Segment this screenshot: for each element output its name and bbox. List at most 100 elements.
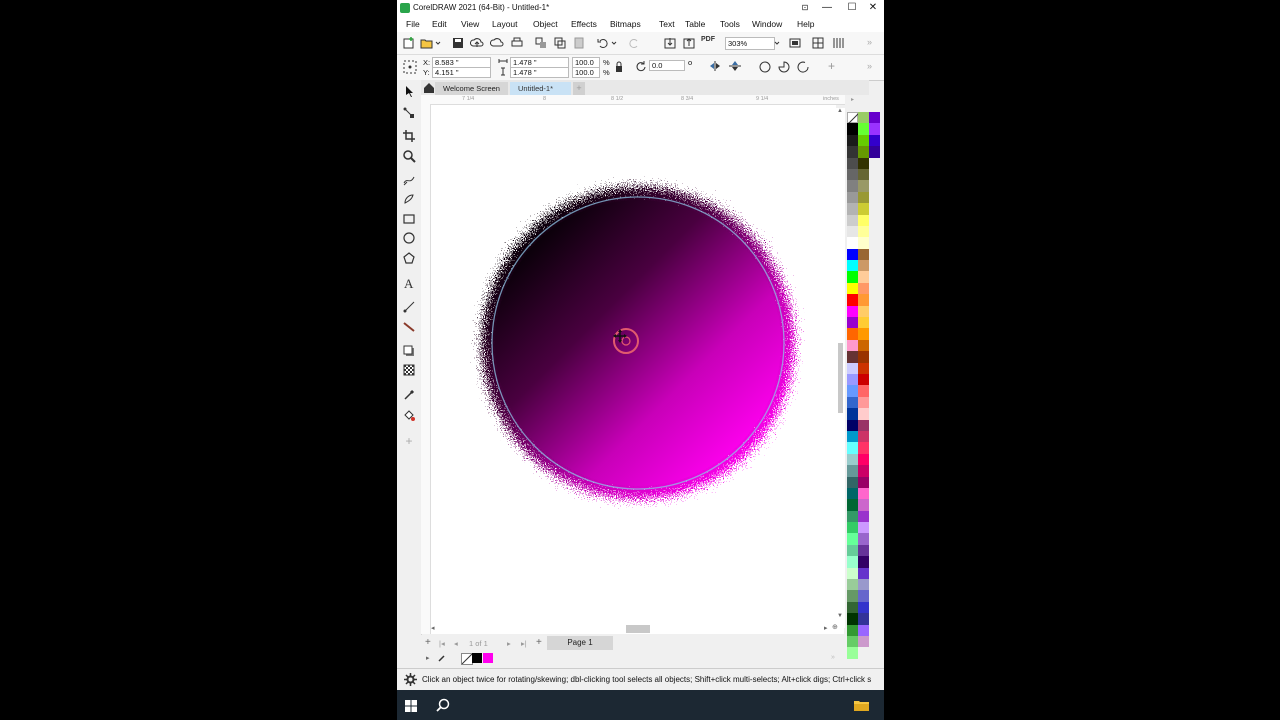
add-page-before-icon[interactable]: +	[425, 637, 431, 648]
palette-swatch[interactable]	[858, 328, 869, 340]
arc-mode-icon[interactable]	[796, 60, 810, 74]
copy-icon[interactable]	[553, 36, 567, 50]
palette-swatch[interactable]	[858, 112, 869, 124]
palette-swatch[interactable]	[858, 533, 869, 545]
search-icon[interactable]	[436, 698, 451, 713]
undo-icon[interactable]	[596, 36, 610, 50]
height-field[interactable]: 1.478 "	[510, 67, 569, 78]
palette-swatch[interactable]	[847, 123, 858, 135]
palette-swatch[interactable]	[858, 248, 869, 261]
palette-swatch[interactable]	[847, 203, 858, 215]
palette-swatch[interactable]	[847, 248, 858, 261]
palette-swatch[interactable]	[858, 180, 869, 192]
eyedropper-tool-icon[interactable]	[402, 388, 416, 402]
palette-swatch[interactable]	[858, 567, 869, 580]
horizontal-scroll-thumb[interactable]	[626, 625, 650, 633]
page-1-tab[interactable]: Page 1	[547, 636, 613, 650]
palette-swatch[interactable]	[858, 373, 869, 386]
palette-swatch[interactable]	[858, 544, 869, 557]
palette-scroll-icon[interactable]: »	[831, 654, 835, 661]
palette-swatch[interactable]	[847, 362, 858, 374]
palette-swatch[interactable]	[847, 510, 858, 523]
palette-swatch[interactable]	[847, 624, 858, 636]
crop-tool-icon[interactable]	[402, 129, 416, 143]
property-overflow-icon[interactable]: »	[867, 61, 881, 75]
palette-expand-icon[interactable]: ▸	[426, 654, 430, 662]
vertical-scrollbar[interactable]: ▲ ▼	[836, 108, 845, 628]
y-position-field[interactable]: 4.151 "	[432, 67, 491, 78]
palette-swatch[interactable]	[847, 214, 858, 226]
vertical-scroll-thumb[interactable]	[838, 343, 843, 413]
palette-swatch[interactable]	[858, 385, 869, 397]
full-screen-icon[interactable]	[788, 36, 802, 50]
previous-page-icon[interactable]: ◂	[454, 639, 458, 648]
palette-swatch[interactable]	[847, 260, 858, 272]
import-icon[interactable]	[663, 36, 677, 50]
palette-swatch[interactable]	[858, 442, 869, 454]
menu-file[interactable]: File	[406, 19, 420, 29]
palette-swatch[interactable]	[847, 180, 858, 192]
palette-swatch[interactable]	[858, 476, 869, 488]
zoom-corner-icon[interactable]: ⊕	[832, 623, 838, 631]
menu-layout[interactable]: Layout	[492, 19, 518, 29]
palette-swatch[interactable]	[858, 635, 869, 648]
palette-swatch[interactable]	[847, 476, 858, 488]
pie-mode-icon[interactable]	[777, 60, 791, 74]
redo-icon[interactable]	[627, 36, 641, 50]
settings-gear-icon[interactable]	[404, 673, 417, 686]
palette-top-arrow-icon[interactable]: ▸	[847, 96, 858, 104]
menu-view[interactable]: View	[461, 19, 479, 29]
drawing-canvas[interactable]	[431, 105, 836, 632]
palette-swatch[interactable]	[847, 237, 858, 249]
menu-object[interactable]: Object	[533, 19, 558, 29]
palette-swatch[interactable]	[858, 396, 869, 409]
palette-swatch[interactable]	[869, 112, 880, 124]
horizontal-scrollbar[interactable]: ◂ ▸ ⊕	[431, 624, 844, 634]
open-dropdown-icon[interactable]	[434, 36, 442, 50]
palette-swatch[interactable]	[858, 556, 869, 568]
menu-text[interactable]: Text	[659, 19, 675, 29]
palette-swatch[interactable]	[858, 191, 869, 204]
palette-swatch[interactable]	[858, 339, 869, 352]
zoom-level-field[interactable]: 303%	[725, 37, 775, 50]
palette-swatch[interactable]	[847, 567, 858, 580]
palette-swatch[interactable]	[858, 430, 869, 443]
color-eyedropper-icon[interactable]	[437, 653, 447, 663]
rotation-angle-field[interactable]: 0.0	[649, 60, 685, 71]
transparency-tool-icon[interactable]	[402, 363, 416, 377]
next-page-icon[interactable]: ▸	[507, 639, 511, 648]
palette-swatch[interactable]	[858, 408, 869, 420]
scroll-left-arrow-icon[interactable]: ◂	[431, 624, 435, 632]
palette-swatch[interactable]	[847, 191, 858, 204]
palette-swatch[interactable]	[858, 260, 869, 272]
palette-swatch[interactable]	[858, 168, 869, 181]
menu-edit[interactable]: Edit	[432, 19, 447, 29]
menu-help[interactable]: Help	[797, 19, 814, 29]
menu-table[interactable]: Table	[685, 19, 705, 29]
palette-swatch[interactable]	[847, 134, 858, 147]
palette-swatch[interactable]	[847, 168, 858, 181]
rectangle-tool-icon[interactable]	[402, 212, 416, 226]
close-button[interactable]: ✕	[862, 0, 884, 16]
lock-ratio-icon[interactable]	[614, 61, 624, 73]
palette-swatch[interactable]	[847, 146, 858, 158]
mirror-vertical-icon[interactable]	[728, 60, 742, 72]
palette-swatch[interactable]	[847, 635, 858, 648]
cut-icon[interactable]	[534, 36, 548, 50]
palette-swatch[interactable]	[847, 499, 858, 511]
toolbar-overflow-icon[interactable]: »	[867, 37, 881, 51]
object-origin-icon[interactable]	[402, 59, 418, 75]
palette-swatch[interactable]	[858, 157, 869, 169]
parallel-dimension-tool-icon[interactable]	[402, 300, 416, 314]
windows-start-icon[interactable]	[405, 700, 417, 712]
drop-shadow-tool-icon[interactable]	[402, 344, 416, 358]
no-fill-swatch[interactable]	[847, 112, 859, 124]
palette-swatch[interactable]	[858, 317, 869, 329]
palette-swatch[interactable]	[858, 225, 869, 238]
shape-tool-icon[interactable]	[402, 106, 416, 120]
palette-swatch[interactable]	[858, 590, 869, 602]
zoom-tool-icon[interactable]	[402, 149, 416, 163]
options-icon[interactable]	[831, 36, 845, 50]
ellipse-tool-icon[interactable]	[402, 231, 416, 245]
interactive-fill-tool-icon[interactable]	[402, 408, 416, 422]
